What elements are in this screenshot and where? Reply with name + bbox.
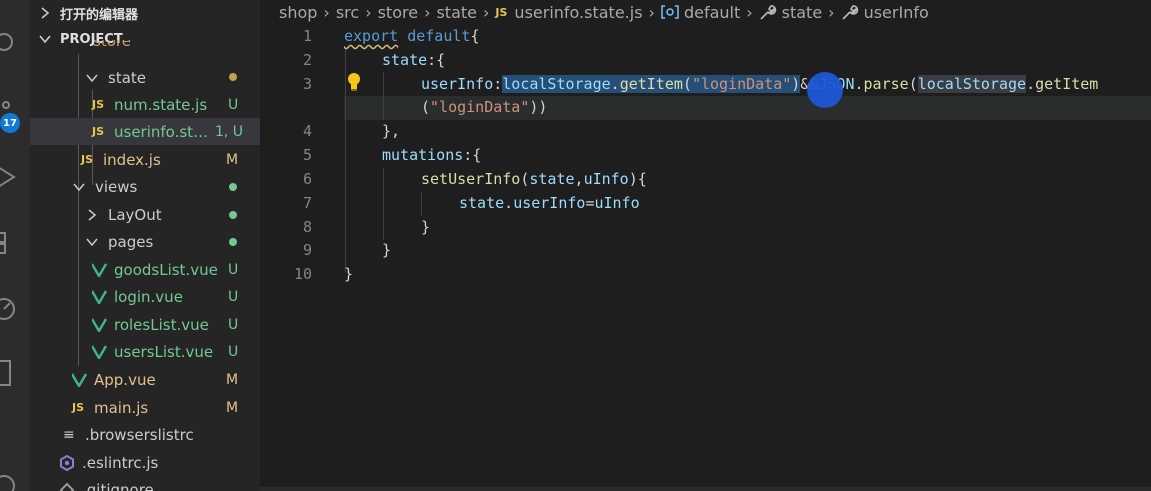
- code-line-3-wrapped: ("loginData")): [421, 98, 548, 116]
- breadcrumb-file[interactable]: userinfo.state.js: [514, 3, 642, 22]
- tree-file-roleslist[interactable]: rolesList.vue U: [30, 311, 260, 338]
- vue-file-icon: [72, 372, 88, 387]
- breadcrumb-symbol-default[interactable]: default: [684, 3, 740, 22]
- remote-explorer-icon[interactable]: [0, 292, 30, 322]
- horizontal-scrollbar[interactable]: [260, 487, 1151, 491]
- account-icon[interactable]: [0, 465, 30, 491]
- breadcrumb-state[interactable]: state: [436, 3, 477, 22]
- tree-file-login[interactable]: login.vue U: [30, 283, 260, 310]
- breadcrumb-store[interactable]: store: [378, 3, 418, 22]
- code-line-7: state.userInfo=uInfo: [459, 194, 640, 212]
- breadcrumb-separator-icon: ›: [483, 2, 490, 22]
- module-symbol-icon: [661, 4, 679, 20]
- extensions-icon[interactable]: [0, 226, 30, 256]
- untracked-dot: [229, 183, 237, 191]
- tree-folder-state[interactable]: state: [30, 64, 260, 91]
- indent-guide: [383, 72, 384, 120]
- tree-file-index[interactable]: JS index.js M: [30, 146, 260, 173]
- code-line-8: }: [421, 218, 431, 236]
- tree-folder-pages[interactable]: pages: [30, 228, 260, 255]
- mouse-cursor-highlight: [807, 72, 843, 108]
- line-number: 1: [302, 27, 312, 45]
- tree-file-num-state[interactable]: JS num.state.js U: [30, 91, 260, 118]
- explorer-sidebar: 打开的编辑器 PROJECT store state JS num.state.…: [30, 0, 260, 491]
- line-number: 8: [302, 218, 312, 236]
- breadcrumb: shop › src › store › state › JS userinfo…: [260, 0, 1151, 24]
- chevron-down-icon: [86, 238, 98, 246]
- breadcrumb-src[interactable]: src: [336, 3, 359, 22]
- code-line-3: userInfo:localStorage.getItem("loginData…: [421, 75, 1099, 93]
- tree-folder-layout[interactable]: LayOut: [30, 201, 260, 228]
- git-icon: [60, 482, 75, 491]
- breadcrumb-separator-icon: ›: [746, 2, 753, 22]
- tree-file-userinfo-state[interactable]: JS userinfo.sta... 1, U: [30, 118, 260, 145]
- tree-file-goodslist[interactable]: goodsList.vue U: [30, 256, 260, 283]
- breadcrumb-separator-icon: ›: [424, 2, 431, 22]
- code-line-6: setUserInfo(state,uInfo){: [421, 170, 647, 188]
- breadcrumb-symbol-state[interactable]: state: [782, 3, 823, 22]
- code-editor[interactable]: 1 2 3 4 5 6 7 8 9 10 export default{ sta…: [260, 24, 1151, 491]
- line-number: 2: [302, 51, 312, 69]
- tree-file-eslintrc[interactable]: .eslintrc.js: [30, 449, 260, 476]
- line-number: 10: [293, 265, 312, 283]
- chevron-right-icon: [41, 7, 50, 19]
- lightbulb-icon[interactable]: [346, 72, 362, 92]
- vue-file-icon: [92, 262, 108, 277]
- line-number: 3: [302, 75, 312, 93]
- js-file-icon: JS: [92, 98, 105, 111]
- js-file-icon: JS: [92, 125, 105, 138]
- js-file-icon: JS: [72, 401, 85, 414]
- indent-guide: [421, 192, 422, 216]
- line-number: 4: [302, 122, 312, 140]
- js-file-icon: JS: [495, 5, 508, 19]
- line-number: 9: [302, 241, 312, 259]
- tree-folder-views[interactable]: views: [30, 173, 260, 200]
- chevron-down-icon: [73, 183, 85, 191]
- breadcrumb-separator-icon: ›: [365, 2, 372, 22]
- vue-file-icon: [92, 289, 108, 304]
- code-line-9: }: [382, 241, 392, 259]
- code-line-2: state:{: [382, 51, 446, 69]
- open-editors-label: 打开的编辑器: [60, 7, 139, 23]
- code-line-5: mutations:{: [382, 146, 482, 164]
- chevron-right-icon: [88, 208, 97, 221]
- line-number: 5: [302, 146, 312, 164]
- breadcrumb-separator-icon: ›: [828, 2, 835, 22]
- vue-file-icon: [92, 344, 108, 359]
- tree-file-main-js[interactable]: JS main.js M: [30, 394, 260, 421]
- wrench-icon: [759, 3, 777, 21]
- line-number: 6: [302, 170, 312, 188]
- code-line-10: }: [344, 265, 354, 283]
- modified-dot: [229, 73, 237, 81]
- tree-folder-store[interactable]: store: [30, 40, 260, 54]
- run-debug-icon[interactable]: [0, 160, 30, 190]
- untracked-dot: [229, 238, 237, 246]
- eslint-icon: [60, 454, 74, 471]
- code-line-1: export default{: [344, 27, 480, 45]
- activity-bar: 17: [0, 0, 30, 491]
- tree-file-gitignore[interactable]: .gitignore: [30, 476, 260, 491]
- tree-file-browserslistrc[interactable]: ≡ .browserslistrc: [30, 421, 260, 448]
- tree-file-app-vue[interactable]: App.vue M: [30, 366, 260, 393]
- chevron-down-icon: [86, 74, 98, 82]
- breadcrumb-separator-icon: ›: [648, 2, 655, 22]
- code-line-4: },: [382, 122, 401, 140]
- indent-guide: [383, 168, 384, 240]
- wrench-icon: [841, 3, 859, 21]
- js-file-icon: JS: [81, 153, 94, 166]
- search-icon[interactable]: [0, 27, 30, 57]
- breadcrumb-symbol-userinfo[interactable]: userInfo: [864, 3, 929, 22]
- source-control-badge: 17: [0, 113, 20, 133]
- open-editors-header[interactable]: 打开的编辑器: [30, 0, 260, 26]
- text-file-icon: ≡: [63, 426, 75, 443]
- line-number: 7: [302, 194, 312, 212]
- tree-file-userslist[interactable]: usersList.vue U: [30, 338, 260, 365]
- vue-file-icon: [92, 317, 108, 332]
- files-icon[interactable]: [0, 356, 30, 386]
- breadcrumb-shop[interactable]: shop: [279, 3, 317, 22]
- untracked-dot: [229, 211, 237, 219]
- breadcrumb-separator-icon: ›: [323, 2, 330, 22]
